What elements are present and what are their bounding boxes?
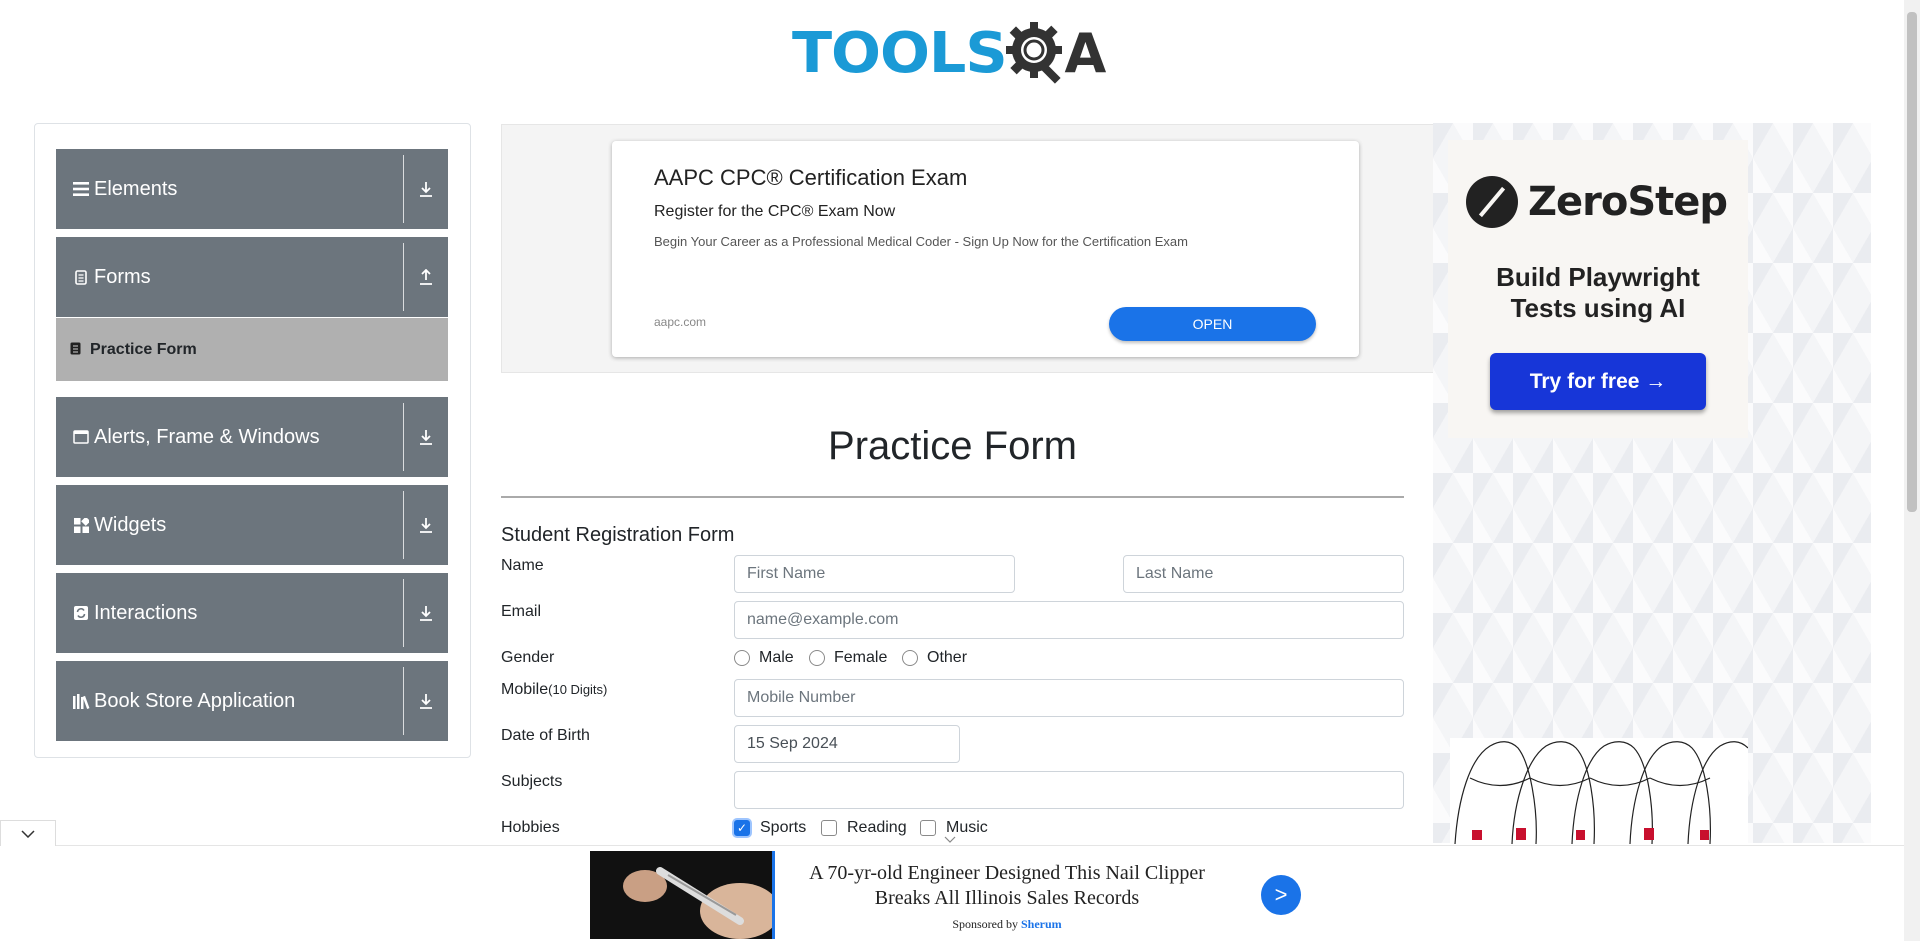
sidebar-group-alerts[interactable]: Alerts, Frame & Windows — [56, 397, 448, 477]
interactions-icon — [72, 604, 90, 622]
name-label: Name — [501, 557, 544, 574]
mobile-input[interactable]: Mobile Number — [734, 679, 1404, 717]
scrollbar-thumb[interactable] — [1907, 12, 1917, 512]
window-icon — [72, 428, 90, 446]
download-icon — [404, 429, 448, 445]
download-icon — [404, 517, 448, 533]
hobby-checkbox-sports[interactable]: ✓ Sports — [734, 819, 806, 837]
chevron-down-icon — [21, 829, 35, 838]
hobby-checkbox-reading[interactable]: Reading — [821, 819, 907, 837]
mobile-label: Mobile(10 Digits) — [501, 681, 608, 698]
ad-subtitle: Register for the CPC® Exam Now — [654, 203, 896, 220]
widgets-icon — [72, 516, 90, 534]
sidebar-item-practice-form[interactable]: Practice Form — [56, 318, 448, 381]
ad-card[interactable]: AAPC CPC® Certification Exam Register fo… — [612, 141, 1359, 357]
sidebar-group-forms[interactable]: Forms — [56, 237, 448, 317]
last-name-input[interactable]: Last Name — [1123, 555, 1404, 593]
logo-text: TOOLS — [792, 20, 1008, 86]
zerostep-headline: Build Playwright Tests using AI — [1496, 262, 1700, 323]
zerostep-ad[interactable]: ZeroStep Build Playwright Tests using AI… — [1448, 140, 1748, 438]
download-icon — [404, 605, 448, 621]
sidebar-group-bookstore[interactable]: Book Store Application — [56, 661, 448, 741]
sidebar-group-elements[interactable]: Elements — [56, 149, 448, 229]
gender-radio-male[interactable]: Male — [734, 649, 794, 667]
page-title: Practice Form — [828, 424, 1077, 468]
subjects-input[interactable] — [734, 771, 1404, 809]
ad-image-anatomy[interactable] — [1450, 738, 1748, 844]
ad-domain: aapc.com — [654, 315, 707, 329]
logo-text-a: A — [1064, 21, 1107, 85]
sidebar-group-label: Interactions — [94, 601, 198, 624]
sidebar-item-label: Practice Form — [90, 340, 197, 358]
email-input[interactable]: name@example.com — [734, 601, 1404, 639]
gender-label: Gender — [501, 649, 555, 666]
form-title: Student Registration Form — [501, 524, 735, 546]
ad-open-button[interactable]: OPEN — [1109, 307, 1316, 341]
upload-icon — [404, 269, 448, 285]
chevron-down-icon — [944, 835, 956, 846]
ad-go-button[interactable]: > — [1261, 875, 1301, 915]
sidebar-group-label: Book Store Application — [94, 689, 296, 712]
form-icon — [70, 342, 84, 358]
download-icon — [404, 693, 448, 709]
zerostep-brand: ZeroStep — [1528, 179, 1728, 225]
try-for-free-button[interactable]: Try for free → — [1490, 353, 1706, 410]
sidebar-group-interactions[interactable]: Interactions — [56, 573, 448, 653]
divider — [501, 496, 1404, 498]
document-icon — [72, 268, 90, 286]
ad-image-nail-clipper[interactable] — [590, 851, 772, 939]
email-label: Email — [501, 603, 542, 620]
dob-input[interactable]: 15 Sep 2024 — [734, 725, 960, 763]
sidebar-group-widgets[interactable]: Widgets — [56, 485, 448, 565]
sidebar-group-label: Elements — [94, 177, 178, 200]
toolsqa-logo[interactable]: TOOLS A — [792, 14, 1116, 92]
ad-headline[interactable]: A 70-yr-old Engineer Designed This Nail … — [782, 861, 1232, 911]
zerostep-logo-icon — [1466, 176, 1518, 228]
subjects-label: Subjects — [501, 773, 563, 790]
gear-search-icon — [1006, 22, 1063, 84]
hobbies-label: Hobbies — [501, 819, 560, 836]
sidebar: Elements Forms Practice Form Alerts, Fra… — [34, 123, 471, 758]
hamburger-icon — [72, 180, 90, 198]
ad-description: Begin Your Career as a Professional Medi… — [654, 234, 1188, 249]
ad-title: AAPC CPC® Certification Exam — [654, 165, 968, 190]
gender-radio-female[interactable]: Female — [809, 649, 887, 667]
first-name-input[interactable]: First Name — [734, 555, 1015, 593]
gender-radio-other[interactable]: Other — [902, 649, 967, 667]
sidebar-group-label: Widgets — [94, 513, 167, 536]
dob-label: Date of Birth — [501, 727, 590, 744]
books-icon — [72, 692, 90, 710]
download-icon — [404, 181, 448, 197]
ad-sponsor: Sponsored by Sherum — [952, 917, 1062, 931]
check-icon[interactable]: ✓ — [734, 820, 750, 836]
sidebar-group-label: Forms — [94, 265, 151, 288]
collapse-ad-button[interactable] — [0, 820, 56, 846]
sidebar-group-label: Alerts, Frame & Windows — [94, 425, 320, 448]
